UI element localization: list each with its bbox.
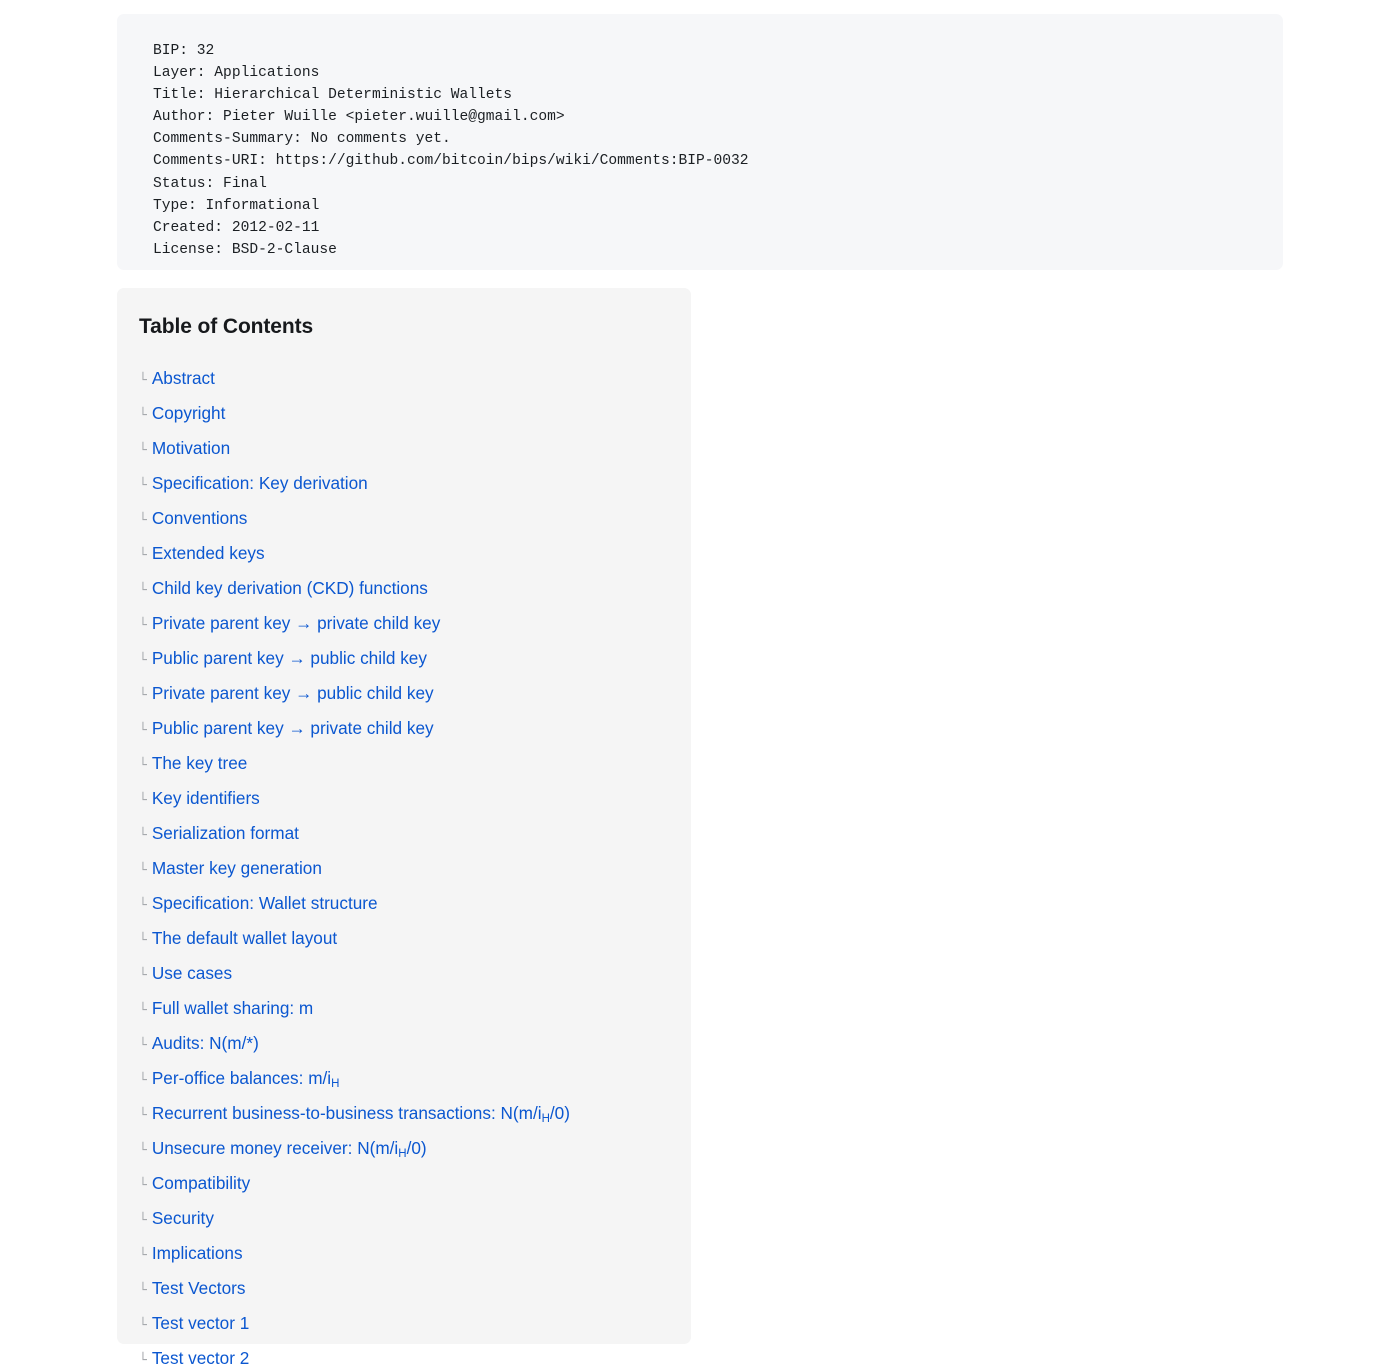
toc-item: └ Specification: Wallet structure [139, 887, 667, 922]
toc-item: └ The default wallet layout [139, 922, 667, 957]
toc-item: └ Extended keys [139, 537, 667, 572]
tree-branch-icon: └ [139, 688, 147, 703]
tree-branch-icon: └ [139, 1143, 147, 1158]
tree-branch-icon: └ [139, 828, 147, 843]
tree-branch-icon: └ [139, 1038, 147, 1053]
tree-branch-icon: └ [139, 653, 147, 668]
toc-link[interactable]: Copyright [152, 403, 226, 423]
tree-branch-icon: └ [139, 443, 147, 458]
toc-item: └ Test vector 1 [139, 1307, 667, 1342]
toc-link[interactable]: Conventions [152, 508, 248, 528]
tree-branch-icon: └ [139, 723, 147, 738]
toc-item: └ Child key derivation (CKD) functions [139, 572, 667, 607]
toc-link[interactable]: Implications [152, 1243, 243, 1263]
table-of-contents-list: └ Abstract └ Copyright └ Motivation └ Specifica… [139, 362, 667, 1369]
subscript: H [331, 1078, 340, 1091]
subscript: H [398, 1148, 407, 1161]
toc-link[interactable]: Audits: N(m/*) [152, 1033, 259, 1053]
tree-branch-icon: └ [139, 1318, 147, 1333]
toc-link[interactable]: Motivation [152, 438, 230, 458]
toc-link[interactable]: Extended keys [152, 543, 265, 563]
toc-item: └ Conventions [139, 502, 667, 537]
toc-item: └ Audits: N(m/*) [139, 1027, 667, 1062]
toc-item: └ Security [139, 1202, 667, 1237]
toc-link[interactable]: Public parent key → private child key [152, 718, 434, 738]
bip-preamble-block: BIP: 32 Layer: Applications Title: Hiera… [117, 14, 1283, 270]
tree-branch-icon: └ [139, 1213, 147, 1228]
tree-branch-icon: └ [139, 583, 147, 598]
toc-link[interactable]: Compatibility [152, 1173, 250, 1193]
tree-branch-icon: └ [139, 1073, 147, 1088]
tree-branch-icon: └ [139, 1003, 147, 1018]
toc-link[interactable]: Recurrent business-to-business transacti… [152, 1103, 570, 1126]
toc-link[interactable]: Private parent key → private child key [152, 613, 441, 633]
toc-item: └ Master key generation [139, 852, 667, 887]
toc-item: └ Recurrent business-to-business transact… [139, 1097, 667, 1132]
tree-branch-icon: └ [139, 373, 147, 388]
subscript: H [541, 1113, 550, 1126]
toc-link[interactable]: Test Vectors [152, 1278, 246, 1298]
toc-item: └ Compatibility [139, 1167, 667, 1202]
toc-item: └ Copyright [139, 397, 667, 432]
toc-link[interactable]: The key tree [152, 753, 248, 773]
table-of-contents-heading: Table of Contents [139, 315, 314, 338]
toc-link[interactable]: Child key derivation (CKD) functions [152, 578, 428, 598]
tree-branch-icon: └ [139, 1178, 147, 1193]
toc-item: └ Private parent key → private child key [139, 607, 667, 642]
toc-item: └ Serialization format [139, 817, 667, 852]
toc-item: └ Specification: Key derivation [139, 467, 667, 502]
toc-link[interactable]: Unsecure money receiver: N(m/iH/0) [152, 1138, 427, 1161]
tree-branch-icon: └ [139, 758, 147, 773]
toc-link[interactable]: Specification: Key derivation [152, 473, 368, 493]
tree-branch-icon: └ [139, 1353, 147, 1368]
tree-branch-icon: └ [139, 618, 147, 633]
toc-item: └ The key tree [139, 747, 667, 782]
toc-item: └ Use cases [139, 957, 667, 992]
toc-link[interactable]: Per-office balances: m/iH [152, 1068, 340, 1091]
toc-link[interactable]: Public parent key → public child key [152, 648, 427, 668]
toc-link[interactable]: Abstract [152, 368, 215, 388]
tree-branch-icon: └ [139, 478, 147, 493]
toc-item: └ Private parent key → public child key [139, 677, 667, 712]
toc-item: └ Test Vectors [139, 1272, 667, 1307]
tree-branch-icon: └ [139, 1283, 147, 1298]
tree-branch-icon: └ [139, 1248, 147, 1263]
toc-item: └ Key identifiers [139, 782, 667, 817]
toc-item: └ Implications [139, 1237, 667, 1272]
toc-link[interactable]: Test vector 2 [152, 1348, 249, 1368]
toc-link[interactable]: Security [152, 1208, 214, 1228]
toc-link[interactable]: Full wallet sharing: m [152, 998, 313, 1018]
toc-link[interactable]: Key identifiers [152, 788, 260, 808]
tree-branch-icon: └ [139, 513, 147, 528]
bip-document-page: BIP: 32 Layer: Applications Title: Hiera… [0, 0, 1400, 1369]
tree-branch-icon: └ [139, 933, 147, 948]
toc-link[interactable]: The default wallet layout [152, 928, 337, 948]
bip-preamble-text: BIP: 32 Layer: Applications Title: Hiera… [153, 43, 749, 258]
toc-link[interactable]: Private parent key → public child key [152, 683, 434, 703]
tree-branch-icon: └ [139, 408, 147, 423]
tree-branch-icon: └ [139, 898, 147, 913]
toc-link[interactable]: Test vector 1 [152, 1313, 249, 1333]
toc-link[interactable]: Specification: Wallet structure [152, 893, 378, 913]
toc-item: └ Motivation [139, 432, 667, 467]
tree-branch-icon: └ [139, 793, 147, 808]
toc-link[interactable]: Master key generation [152, 858, 322, 878]
tree-branch-icon: └ [139, 863, 147, 878]
tree-branch-icon: └ [139, 548, 147, 563]
toc-item: └ Abstract [139, 362, 667, 397]
tree-branch-icon: └ [139, 968, 147, 983]
toc-item: └ Unsecure money receiver: N(m/iH/0) [139, 1132, 667, 1167]
toc-item: └ Full wallet sharing: m [139, 992, 667, 1027]
toc-item: └ Test vector 2 [139, 1342, 667, 1369]
toc-link[interactable]: Use cases [152, 963, 232, 983]
tree-branch-icon: └ [139, 1108, 147, 1123]
toc-item: └ Public parent key → public child key [139, 642, 667, 677]
toc-item: └ Per-office balances: m/iH [139, 1062, 667, 1097]
toc-link[interactable]: Serialization format [152, 823, 299, 843]
toc-item: └ Public parent key → private child key [139, 712, 667, 747]
table-of-contents-panel: Table of Contents └ Abstract └ Copyright └ Mo… [117, 288, 691, 1368]
